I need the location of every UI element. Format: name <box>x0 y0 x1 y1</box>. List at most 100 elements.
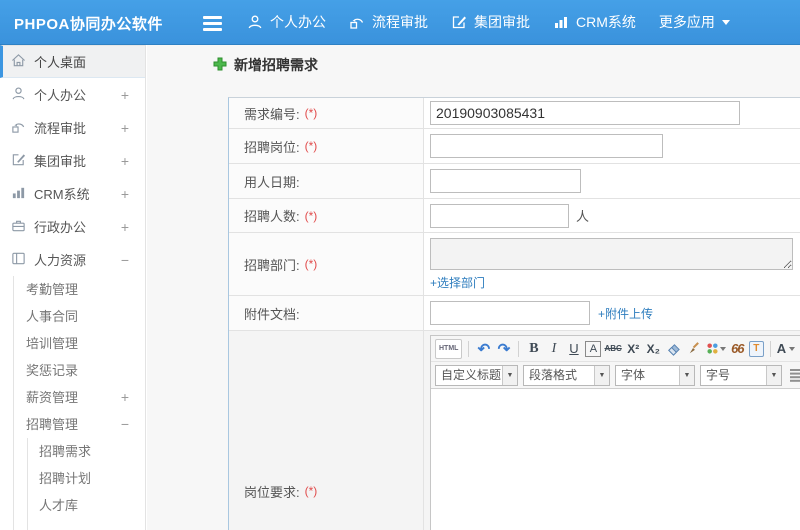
sidebar-item-crm[interactable]: CRM系统 + <box>0 177 145 210</box>
subscript-button[interactable]: X₂ <box>645 339 662 359</box>
sub-item-label: 人事合同 <box>26 309 79 324</box>
sidebar-item-desktop[interactable]: 个人桌面 <box>0 45 145 78</box>
sidebar-item-label: 集团审批 <box>34 154 87 169</box>
undo-button[interactable]: ↶ <box>475 339 492 359</box>
italic-button[interactable]: I <box>545 339 562 359</box>
nav-more-apps[interactable]: 更多应用 <box>659 12 730 32</box>
bold-button[interactable]: B <box>525 339 542 359</box>
collapse-minus-icon[interactable]: − <box>121 411 129 438</box>
field-label-text: 用人日期: <box>244 174 300 190</box>
sidebar-item-group-approval[interactable]: 集团审批 + <box>0 144 145 177</box>
sidebar-item-workflow-approval[interactable]: 流程审批 + <box>0 111 145 144</box>
field-label-text: 附件文档: <box>244 306 300 322</box>
sub-item-label: 招聘需求 <box>39 444 92 459</box>
bar-chart-icon <box>11 185 34 203</box>
editor-toolbar-row2: 自定义标题 ▼ 段落格式 ▼ 字体 ▼ 字号 ▼ <box>431 362 800 389</box>
font-style-button[interactable]: A <box>585 340 602 357</box>
attachment-input[interactable] <box>430 301 590 325</box>
nav-item-label: 更多应用 <box>658 14 715 30</box>
underline-button[interactable]: U <box>565 339 582 359</box>
sidebar-item-hr-contract[interactable]: 人事合同 <box>14 303 145 330</box>
expand-plus-icon[interactable]: + <box>121 87 129 103</box>
edit-square-icon <box>11 152 34 170</box>
sidebar-item-recruit-mgmt[interactable]: 招聘管理 − <box>14 411 145 438</box>
sidebar-item-rewards[interactable]: 奖惩记录 <box>14 357 145 384</box>
caret-down-icon <box>721 19 730 29</box>
page-title-text: 新增招聘需求 <box>234 57 318 73</box>
menu-toggle-icon[interactable] <box>203 16 222 34</box>
nav-crm-system[interactable]: CRM系统 <box>553 12 636 32</box>
eraser-icon[interactable] <box>665 339 682 359</box>
nav-item-label: 个人办公 <box>270 14 326 30</box>
expand-plus-icon[interactable]: + <box>121 120 129 136</box>
upload-attachment-link[interactable]: +附件上传 <box>598 305 653 322</box>
required-mark: (*) <box>304 484 318 498</box>
page-title: 新增招聘需求 <box>213 55 318 75</box>
sidebar-item-recruit-demand[interactable]: 招聘需求 <box>28 438 145 465</box>
font-color-button[interactable]: A <box>777 339 796 359</box>
expand-plus-icon[interactable]: + <box>121 153 129 169</box>
paste-text-button[interactable]: T <box>748 340 764 357</box>
expand-plus-icon[interactable]: + <box>121 219 129 235</box>
sidebar-item-talent-pool[interactable]: 人才库 <box>28 492 145 519</box>
font-family-select[interactable]: 字体 ▼ <box>615 364 695 386</box>
top-navigation: 个人办公 流程审批 集团审批 CRM系统 更多应用 <box>247 0 730 44</box>
form-row-count: 招聘人数: (*) 人 <box>229 199 800 233</box>
date-input[interactable] <box>430 169 581 193</box>
sidebar-item-label: 流程审批 <box>34 121 87 136</box>
superscript-button[interactable]: X² <box>625 339 642 359</box>
sidebar-item-personal-office[interactable]: 个人办公 + <box>0 78 145 111</box>
form-row-position: 招聘岗位: (*) <box>229 129 800 164</box>
expand-plus-icon[interactable]: + <box>121 384 129 411</box>
format-painter-icon[interactable] <box>685 339 702 359</box>
expand-plus-icon[interactable]: + <box>121 186 129 202</box>
field-label: 招聘部门: (*) <box>229 233 424 295</box>
blockquote-button[interactable]: 66 <box>729 339 746 359</box>
field-label: 需求编号: (*) <box>229 98 424 128</box>
redo-button[interactable]: ↷ <box>495 339 512 359</box>
caret-down-icon: ▼ <box>502 365 517 385</box>
sidebar-item-attendance[interactable]: 考勤管理 <box>14 276 145 303</box>
strikethrough-button[interactable]: ABC <box>604 339 621 359</box>
collapse-minus-icon[interactable]: − <box>121 252 129 268</box>
sub-item-label: 招聘管理 <box>26 417 79 432</box>
sub-item-label: 考勤管理 <box>26 282 79 297</box>
sidebar-item-hr[interactable]: 人力资源 − <box>0 243 145 276</box>
editor-toolbar-row1: HTML ↶ ↷ B I U A ABC X² X₂ 66 T A <box>431 336 800 362</box>
sidebar-item-salary[interactable]: 薪资管理 + <box>14 384 145 411</box>
count-unit-label: 人 <box>576 209 590 224</box>
sidebar-item-recruit-plan[interactable]: 招聘计划 <box>28 465 145 492</box>
field-label: 用人日期: <box>229 164 424 198</box>
caret-down-icon: ▼ <box>766 365 781 385</box>
hr-submenu: 考勤管理 人事合同 培训管理 奖惩记录 薪资管理 + 招聘管理 − 招聘需求 招… <box>13 276 145 530</box>
nav-workflow-approval[interactable]: 流程审批 <box>349 12 428 32</box>
caret-down-icon: ▼ <box>594 365 609 385</box>
form-row-attachment: 附件文档: +附件上传 <box>229 296 800 331</box>
required-mark: (*) <box>304 106 318 120</box>
align-left-icon[interactable] <box>787 365 800 385</box>
toolbar-separator <box>518 340 520 357</box>
field-label-text: 招聘岗位: <box>244 139 300 155</box>
html-source-button[interactable]: HTML <box>435 338 463 359</box>
code-input[interactable] <box>430 101 740 125</box>
toolbar-separator <box>468 340 470 357</box>
select-department-link[interactable]: +选择部门 <box>430 274 485 291</box>
field-label-text: 招聘部门: <box>244 257 300 273</box>
font-size-select[interactable]: 字号 ▼ <box>700 364 782 386</box>
caret-down-icon <box>719 346 726 354</box>
nav-group-approval[interactable]: 集团审批 <box>451 12 530 32</box>
department-textarea[interactable] <box>430 238 793 270</box>
custom-heading-select[interactable]: 自定义标题 ▼ <box>435 364 518 386</box>
field-label-text: 招聘人数: <box>244 209 300 224</box>
color-palette-icon[interactable] <box>705 339 726 359</box>
sidebar-item-label: 个人桌面 <box>34 55 87 70</box>
editor-content-area[interactable] <box>431 389 800 530</box>
nav-personal-office[interactable]: 个人办公 <box>247 12 326 32</box>
paragraph-format-select[interactable]: 段落格式 ▼ <box>523 364 610 386</box>
sidebar-item-admin-office[interactable]: 行政办公 + <box>0 210 145 243</box>
position-input[interactable] <box>430 134 663 158</box>
field-label: 招聘人数: (*) <box>229 199 424 232</box>
caret-down-icon: ▼ <box>679 365 694 385</box>
count-input[interactable] <box>430 203 569 228</box>
sidebar-item-training[interactable]: 培训管理 <box>14 330 145 357</box>
